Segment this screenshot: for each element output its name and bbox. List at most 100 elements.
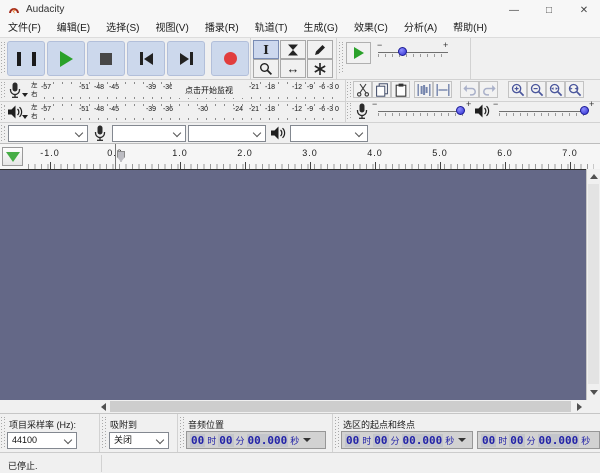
menu-edit[interactable]: 编辑(E) — [49, 20, 98, 38]
mixer-toolbar-grab-handle[interactable] — [347, 103, 352, 120]
playback-meter-grab-handle[interactable] — [1, 104, 6, 120]
selection-end-field[interactable]: 00 时 00 分 00.000 秒 — [477, 431, 600, 449]
position-hours[interactable]: 00 — [190, 434, 205, 447]
paste-button[interactable] — [391, 81, 410, 98]
position-seconds[interactable]: 00.000 — [247, 434, 289, 447]
playback-volume-thumb[interactable] — [580, 106, 589, 115]
zoom-tool-button[interactable] — [253, 59, 279, 78]
audio-host-dropdown[interactable] — [8, 125, 88, 142]
silence-audio-button[interactable] — [433, 81, 452, 98]
timeline-ruler[interactable]: -1.0 0.0 1.0 2.0 3.0 4.0 5.0 6.0 7.0 — [0, 143, 600, 169]
skip-to-end-button[interactable] — [167, 41, 205, 76]
trim-audio-button[interactable] — [414, 81, 433, 98]
selection-start-field[interactable]: 00 时 00 分 00.000 秒 — [341, 431, 473, 449]
meter-scale-label: -57 — [41, 106, 51, 113]
title-bar[interactable]: Audacity — □ ✕ — [0, 0, 600, 20]
playback-device-dropdown[interactable] — [290, 125, 368, 142]
recording-meter-toolbar[interactable]: 左 右 -57 -51 -48 -45 -39 -36 -30 -24 -21 … — [0, 80, 345, 101]
meter-scale-label: -18 — [265, 106, 275, 113]
scroll-up-button[interactable] — [587, 169, 600, 183]
recording-device-dropdown[interactable] — [112, 125, 186, 142]
position-minutes[interactable]: 00 — [218, 434, 233, 447]
edit-toolbar-grab-handle[interactable] — [347, 82, 352, 99]
multi-tool-button[interactable] — [307, 59, 333, 78]
snap-to-dropdown[interactable]: 关闭 — [109, 432, 169, 449]
menu-tracks[interactable]: 轨道(T) — [247, 20, 296, 38]
playback-meter-toolbar[interactable]: 左 右 -57 -51 -48 -45 -39 -36 -30 -24 -21 … — [0, 102, 345, 122]
recording-channels-dropdown[interactable] — [188, 125, 266, 142]
time-shift-tool-button[interactable]: ↔ — [280, 59, 306, 78]
sample-rate-dropdown[interactable]: 44100 — [7, 432, 77, 449]
stop-button[interactable] — [87, 41, 125, 76]
menu-generate[interactable]: 生成(G) — [295, 20, 345, 38]
play-speed-grab-handle[interactable] — [339, 42, 344, 74]
snap-grab-handle[interactable] — [102, 417, 107, 449]
scroll-left-button[interactable] — [96, 400, 110, 413]
menu-effect[interactable]: 效果(C) — [346, 20, 396, 38]
zoom-to-selection-button[interactable] — [546, 81, 565, 98]
horizontal-scrollbar[interactable] — [0, 400, 600, 413]
selection-grab-handle[interactable] — [335, 417, 340, 449]
meter-dropdown-arrow-icon[interactable] — [22, 93, 28, 97]
scroll-down-button[interactable] — [587, 385, 600, 399]
scroll-right-button[interactable] — [572, 400, 586, 413]
play-at-speed-button[interactable] — [346, 42, 371, 64]
pause-button[interactable] — [7, 41, 45, 76]
start-seconds[interactable]: 00.000 — [402, 434, 444, 447]
horizontal-scroll-thumb[interactable] — [110, 401, 571, 412]
start-hours[interactable]: 00 — [345, 434, 360, 447]
minimize-button[interactable]: — — [498, 0, 530, 20]
menu-file[interactable]: 文件(F) — [0, 20, 49, 38]
play-speed-slider[interactable] — [378, 52, 448, 53]
track-canvas[interactable] — [0, 169, 586, 400]
menu-analyze[interactable]: 分析(A) — [396, 20, 445, 38]
skip-to-start-button[interactable] — [127, 41, 165, 76]
play-speed-slider-thumb[interactable] — [398, 47, 407, 56]
menu-view[interactable]: 视图(V) — [147, 20, 196, 38]
meter-scale-label: -12 — [292, 84, 302, 91]
vertical-scrollbar[interactable] — [586, 169, 600, 400]
redo-button[interactable] — [479, 81, 498, 98]
pin-playhead-button[interactable] — [2, 147, 23, 166]
recording-volume-slider[interactable] — [378, 111, 464, 112]
close-button[interactable]: ✕ — [568, 0, 600, 20]
selection-tool-button[interactable]: I — [253, 40, 279, 59]
draw-tool-button[interactable] — [307, 40, 333, 59]
undo-button[interactable] — [460, 81, 479, 98]
zoom-to-fit-button[interactable] — [565, 81, 584, 98]
selection-tool-icon: I — [263, 43, 269, 57]
envelope-tool-button[interactable] — [280, 40, 306, 59]
recording-volume-thumb[interactable] — [456, 106, 465, 115]
ruler-label: 7.0 — [562, 148, 578, 158]
copy-button[interactable] — [372, 81, 391, 98]
vertical-scroll-thumb[interactable] — [588, 184, 599, 384]
end-seconds[interactable]: 00.000 — [538, 434, 580, 447]
menu-select[interactable]: 选择(S) — [98, 20, 147, 38]
play-button[interactable] — [47, 41, 85, 76]
recording-meter-grab-handle[interactable] — [1, 82, 6, 99]
time-format-dropdown-icon[interactable] — [458, 438, 466, 442]
start-minutes[interactable]: 00 — [373, 434, 388, 447]
zoom-in-button[interactable] — [508, 81, 527, 98]
menu-help[interactable]: 帮助(H) — [445, 20, 495, 38]
maximize-button[interactable]: □ — [533, 0, 565, 20]
audio-position-field[interactable]: 00 时 00 分 00.000 秒 — [186, 431, 326, 449]
window-title: Audacity — [26, 4, 64, 15]
close-icon: ✕ — [580, 5, 588, 16]
position-grab-handle[interactable] — [180, 417, 185, 449]
end-minutes[interactable]: 00 — [509, 434, 524, 447]
end-hours[interactable]: 00 — [481, 434, 496, 447]
zoom-out-button[interactable] — [527, 81, 546, 98]
record-button[interactable] — [211, 41, 249, 76]
time-format-dropdown-icon[interactable] — [303, 438, 311, 442]
hours-unit: 时 — [362, 434, 371, 447]
device-toolbar-grab-handle[interactable] — [1, 125, 6, 141]
meter-dropdown-arrow-icon[interactable] — [22, 115, 28, 119]
playback-volume-slider[interactable] — [499, 111, 587, 112]
playhead-marker[interactable] — [117, 151, 125, 162]
selection-toolbar-grab-handle[interactable] — [1, 417, 6, 449]
transport-toolbar-grab-handle[interactable] — [1, 42, 6, 74]
cut-button[interactable] — [353, 81, 372, 98]
menu-transport[interactable]: 播录(R) — [197, 20, 247, 38]
monitoring-hint[interactable]: 点击开始监视 — [172, 82, 246, 98]
